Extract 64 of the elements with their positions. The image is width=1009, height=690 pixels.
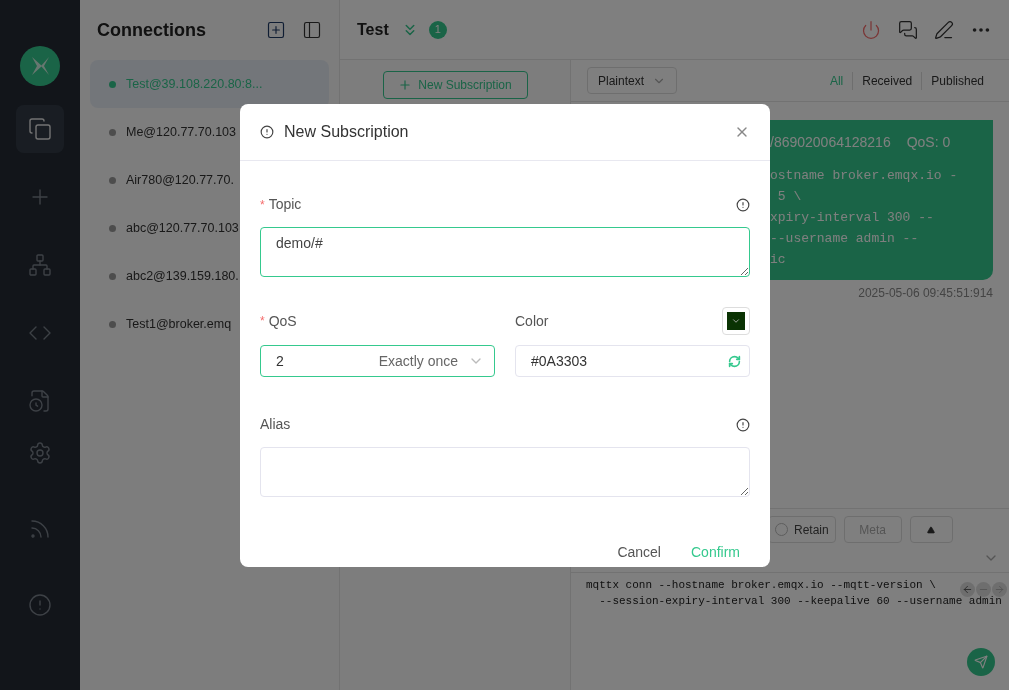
copy-icon <box>28 117 52 141</box>
message-payload-line: xpiry-interval 300 -- <box>770 209 935 227</box>
panel-title: Connections <box>97 18 207 42</box>
field-label: Topic <box>268 195 302 214</box>
send-icon <box>974 655 988 669</box>
sidebar-item[interactable] <box>16 105 64 153</box>
info-icon <box>260 125 274 139</box>
message-qos: QoS: 0 <box>906 133 951 152</box>
network-icon <box>28 253 52 277</box>
qos-value: 2 <box>276 351 285 371</box>
triangle-icon <box>927 525 936 534</box>
alert-icon <box>28 593 52 617</box>
payload-code-line: mqttx conn --hostname broker.emqx.io --mqtt-version \ <box>586 578 936 593</box>
filter-tab[interactable]: Published <box>921 71 993 90</box>
field-label: Color <box>515 311 549 331</box>
format-select[interactable]: Plaintext <box>587 67 678 94</box>
field-label: Alias <box>260 415 291 434</box>
rss-icon <box>28 517 52 541</box>
edit-icon[interactable] <box>934 19 954 40</box>
send-button[interactable] <box>967 648 995 676</box>
arrow-left-icon[interactable] <box>960 582 975 597</box>
message-payload-line: ic <box>770 251 787 269</box>
panel-toggle-icon[interactable] <box>302 20 322 40</box>
add-icon[interactable] <box>266 20 286 40</box>
info-icon[interactable] <box>736 197 750 212</box>
message-topic: /869020064128216 <box>770 133 891 152</box>
message-payload-line: ostname broker.emqx.io - <box>770 167 959 185</box>
field-label: QoS <box>268 311 297 331</box>
message-payload-line: 5 \ <box>776 188 803 206</box>
connection-title: Test <box>357 19 389 40</box>
color-value: #0A3303 <box>531 351 589 371</box>
logo-icon <box>20 46 60 86</box>
chevron-down-icon <box>731 316 741 326</box>
cancel-button[interactable]: Cancel <box>607 537 671 567</box>
message-payload-line: --username admin -- <box>770 230 920 248</box>
filter-tab[interactable]: Received <box>852 71 922 90</box>
connection-name: abc2@139.159.180. <box>126 267 239 285</box>
connection-name: Air780@120.77.70. <box>126 171 234 189</box>
power-icon[interactable] <box>861 19 881 40</box>
file-clock-icon <box>28 389 52 413</box>
qos-select[interactable]: 2 Exactly once <box>260 345 495 377</box>
required-mark: * <box>260 196 265 214</box>
arrow-right-icon[interactable] <box>992 582 1007 597</box>
count-badge: 1 <box>428 20 447 39</box>
qos-description: Exactly once <box>378 351 458 371</box>
settings-icon <box>28 441 52 465</box>
minus-icon[interactable] <box>976 582 991 597</box>
connection-name: Test1@broker.emq <box>126 315 232 333</box>
info-icon[interactable] <box>736 417 750 432</box>
alias-field[interactable] <box>260 447 750 497</box>
dialog-title: New Subscription <box>284 122 410 142</box>
connection-name: Test@39.108.220.80:8... <box>126 75 263 93</box>
refresh-icon[interactable] <box>728 354 741 368</box>
topic-field[interactable]: demo/# <box>260 227 750 277</box>
color-picker[interactable] <box>722 307 750 335</box>
required-mark: * <box>260 313 265 330</box>
expand-button[interactable] <box>909 516 953 543</box>
messages-icon[interactable] <box>898 19 918 40</box>
connection-name: Me@120.77.70.103 <box>126 123 236 141</box>
payload-code-line: --session-expiry-interval 300 --keepalive 60 --username admin <box>598 594 1002 609</box>
plus-icon <box>398 78 413 92</box>
color-field[interactable]: #0A3303 <box>515 345 750 377</box>
message-time: 2025-05-06 09:45:51:914 <box>858 285 993 302</box>
connection-name: abc@120.77.70.103 <box>126 219 239 237</box>
